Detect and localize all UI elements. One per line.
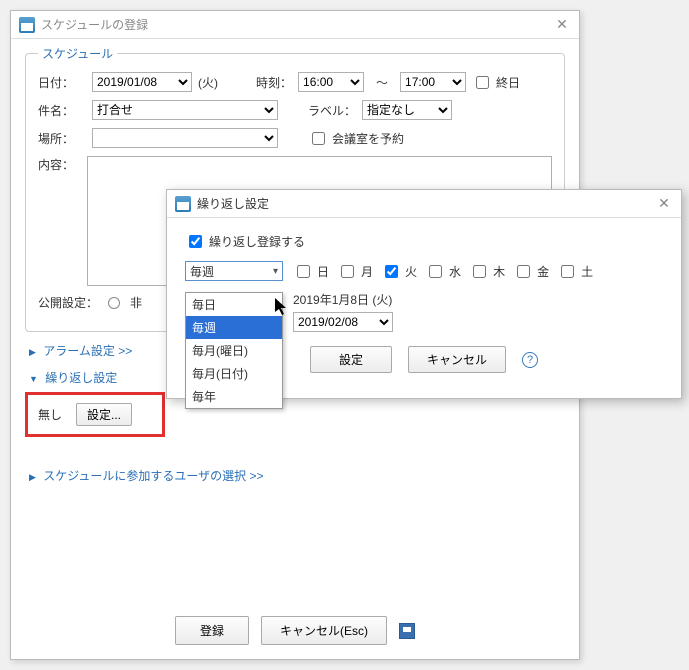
weekday-土-input[interactable] [561,265,574,278]
close-icon[interactable]: ✕ [553,16,571,34]
content-label: 内容： [38,156,81,173]
chevron-down-icon: ▾ [273,266,278,277]
reserve-room-input[interactable] [312,132,325,145]
weekday-金-input[interactable] [517,265,530,278]
date-weekday: (火) [198,74,218,91]
repeat-end-select[interactable]: 2019/02/08 [293,312,393,332]
titlebar[interactable]: スケジュールの登録 ✕ [11,11,579,39]
time-to-select[interactable]: 17:00 [400,72,466,92]
reserve-room-checkbox[interactable]: 会議室を予約 [308,129,404,148]
window-title: スケジュールの登録 [41,16,148,33]
subject-select[interactable]: 打合せ [92,100,278,120]
weekday-水-input[interactable] [429,265,442,278]
frequency-dropdown[interactable]: 毎日毎週毎月(曜日)毎月(日付)毎年 [185,292,283,409]
repeat-start-text: 2019年1月8日 (火) [293,291,392,308]
freq-option-4[interactable]: 毎年 [186,385,282,408]
help-icon[interactable]: ? [522,352,538,368]
weekday-月[interactable]: 月 [337,262,373,281]
freq-option-1[interactable]: 毎週 [186,316,282,339]
repeat-enable-checkbox[interactable]: 繰り返し登録する [185,232,663,251]
repeat-settings-dialog: 繰り返し設定 ✕ 繰り返し登録する 毎週 ▾ 日月火水木金土 毎日毎週毎月(曜日… [166,189,682,399]
dialog2-title: 繰り返し設定 [197,195,269,212]
save-icon[interactable] [399,623,415,639]
place-label: 場所： [38,130,86,147]
schedule-legend: スケジュール [38,45,117,62]
repeat-highlight-box: 無し 設定... [25,392,165,437]
label-select[interactable]: 指定なし [362,100,452,120]
allday-input[interactable] [476,76,489,89]
time-from-select[interactable]: 16:00 [298,72,364,92]
weekday-月-input[interactable] [341,265,354,278]
date-label: 日付： [38,74,86,91]
weekday-火[interactable]: 火 [381,262,417,281]
schedule-register-window: スケジュールの登録 ✕ スケジュール 日付： 2019/01/08 (火) 時刻… [10,10,580,660]
dialog2-titlebar[interactable]: 繰り返し設定 ✕ [167,190,681,218]
repeat-none-text: 無し [38,406,62,423]
weekday-水[interactable]: 水 [425,262,461,281]
weekday-土[interactable]: 土 [557,262,593,281]
dialog2-set-button[interactable]: 設定 [310,346,392,373]
register-button[interactable]: 登録 [175,616,249,645]
weekday-木-input[interactable] [473,265,486,278]
calendar-icon [175,196,191,212]
participants-link[interactable]: スケジュールに参加するユーザの選択 >> [29,467,565,484]
cancel-button[interactable]: キャンセル(Esc) [261,616,387,645]
freq-option-0[interactable]: 毎日 [186,293,282,316]
time-tilde: 〜 [376,74,388,91]
public-radio[interactable] [108,297,120,309]
dialog2-close-icon[interactable]: ✕ [655,195,673,213]
weekday-火-input[interactable] [385,265,398,278]
label-label: ラベル： [308,102,356,119]
subject-label: 件名： [38,102,86,119]
place-select[interactable] [92,128,278,148]
allday-checkbox[interactable]: 終日 [472,73,520,92]
weekday-日-input[interactable] [297,265,310,278]
weekday-金[interactable]: 金 [513,262,549,281]
calendar-icon [19,17,35,33]
frequency-select[interactable]: 毎週 ▾ [185,261,283,281]
time-label: 時刻： [256,74,292,91]
repeat-enable-input[interactable] [189,235,202,248]
weekday-日[interactable]: 日 [293,262,329,281]
date-select[interactable]: 2019/01/08 [92,72,192,92]
freq-option-3[interactable]: 毎月(日付) [186,362,282,385]
public-private-text: 非 [130,294,142,311]
freq-option-2[interactable]: 毎月(曜日) [186,339,282,362]
repeat-set-button[interactable]: 設定... [76,403,132,426]
dialog2-cancel-button[interactable]: キャンセル [408,346,506,373]
weekday-木[interactable]: 木 [469,262,505,281]
public-label: 公開設定： [38,294,102,311]
footer: 登録 キャンセル(Esc) [11,616,579,645]
